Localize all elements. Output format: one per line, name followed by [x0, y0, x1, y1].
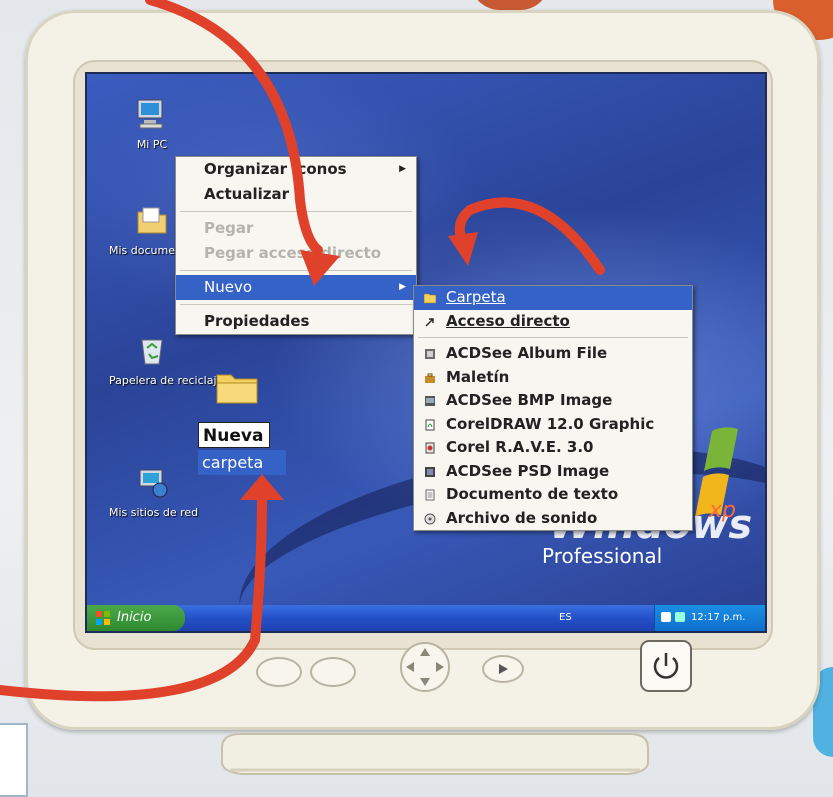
wallpaper-xp-word: xp [709, 498, 736, 523]
submenu-item-corel-rave[interactable]: Corel R.A.V.E. 3.0 [414, 436, 692, 460]
speaker-icon[interactable] [661, 612, 671, 622]
bmp-image-icon [425, 396, 435, 406]
desktop-icon-label: Mis sitios de red [109, 506, 199, 519]
rename-folder-field[interactable]: Nueva carpeta [198, 422, 286, 478]
album-file-icon [425, 349, 435, 359]
desktop-icon-label: Papelera de reciclaje [109, 374, 224, 387]
monitor-stand [221, 733, 649, 775]
my-computer-icon [137, 99, 163, 129]
rename-text-line2: carpeta [198, 450, 286, 475]
shortcut-icon [425, 317, 434, 326]
submenu-item-carpeta[interactable]: Carpeta [414, 286, 692, 310]
menu-item-label: Propiedades [204, 312, 310, 330]
submenu-item-documento-texto[interactable]: Documento de texto [414, 483, 692, 507]
menu-separator [180, 270, 412, 271]
network-places-icon [139, 469, 168, 498]
submenu-item-archivo-sonido[interactable]: Archivo de sonido [414, 507, 692, 531]
submenu-arrow-icon: ▶ [399, 282, 406, 292]
clock[interactable]: 12:17 p.m. [691, 605, 745, 631]
desktop-context-menu: Organizar iconos ▶ Actualizar Pegar Pega… [175, 156, 417, 335]
play-button[interactable] [482, 655, 524, 683]
desktop-screen: Mi PC Mis documentos Papelera de recicla… [85, 72, 767, 633]
menu-item-nuevo[interactable]: Nuevo ▶ [176, 275, 416, 300]
coreldraw-icon [425, 419, 435, 430]
submenu-arrow-icon: ▶ [399, 164, 406, 174]
submenu-item-acdsee-bmp[interactable]: ACDSee BMP Image [414, 389, 692, 413]
menu-item-label: Organizar iconos [204, 160, 347, 178]
menu-separator [418, 337, 688, 338]
rename-text-line1: Nueva [198, 422, 270, 448]
dpad-icon[interactable] [398, 640, 452, 694]
submenu-item-acceso-directo[interactable]: Acceso directo [414, 310, 692, 334]
corel-rave-icon [425, 442, 435, 454]
submenu-item-acdsee-album[interactable]: ACDSee Album File [414, 342, 692, 366]
desktop-icon-label: Mi PC [136, 138, 168, 151]
sound-file-icon [424, 513, 436, 524]
menu-item-actualizar[interactable]: Actualizar [176, 182, 416, 207]
submenu-nuevo: Carpeta Acceso directo ACDSee Album File… [413, 285, 693, 531]
submenu-item-label: Corel R.A.V.E. 3.0 [446, 438, 594, 456]
menu-item-label: Actualizar [204, 185, 290, 203]
menu-item-pegar-acceso-directo: Pegar acceso directo [176, 241, 416, 266]
system-tray: ES 12:17 p.m. [559, 605, 765, 631]
submenu-item-maletin[interactable]: Maletín [414, 366, 692, 390]
start-button[interactable]: Inicio [87, 605, 185, 631]
menu-item-label: Pegar acceso directo [204, 244, 381, 262]
submenu-item-label: ACDSee Album File [446, 344, 608, 362]
submenu-item-label: Acceso directo [446, 311, 570, 330]
menu-item-label: Pegar [204, 219, 254, 237]
desktop-icon-recycle-bin[interactable]: Papelera de reciclaje [109, 332, 224, 387]
desktop-icon-network-places[interactable]: Mis sitios de red [109, 464, 199, 519]
psd-image-icon [425, 466, 435, 477]
network-tray-icon[interactable] [675, 612, 685, 622]
monitor-button-2[interactable] [310, 657, 356, 687]
power-icon [653, 653, 679, 679]
decorative-left-tab [0, 723, 28, 797]
my-documents-icon [137, 207, 167, 234]
menu-item-pegar: Pegar [176, 216, 416, 241]
monitor-button-1[interactable] [256, 657, 302, 687]
wallpaper-edition: Professional [542, 544, 663, 568]
menu-separator [180, 211, 412, 212]
submenu-item-label: Carpeta [446, 288, 506, 306]
desktop-icon-my-computer[interactable]: Mi PC [109, 96, 195, 151]
submenu-item-label: ACDSee BMP Image [446, 391, 613, 409]
submenu-item-label: CorelDRAW 12.0 Graphic [446, 414, 655, 433]
submenu-item-coreldraw[interactable]: CorelDRAW 12.0 Graphic [414, 413, 692, 437]
briefcase-icon [425, 373, 435, 383]
text-document-icon [425, 489, 435, 501]
submenu-item-label: Maletín [446, 367, 510, 386]
submenu-item-label: Archivo de sonido [446, 508, 598, 527]
power-button[interactable] [640, 640, 692, 692]
submenu-item-label: Documento de texto [446, 485, 619, 503]
menu-item-label: Nuevo [204, 278, 253, 296]
new-folder-icon[interactable] [214, 367, 260, 407]
menu-item-propiedades[interactable]: Propiedades [176, 309, 416, 334]
submenu-item-label: ACDSee PSD Image [446, 461, 610, 480]
taskbar: Inicio ES 12:17 p.m. [87, 605, 765, 631]
play-icon [499, 664, 508, 674]
start-button-label: Inicio [117, 610, 152, 625]
folder-icon [424, 293, 436, 304]
recycle-bin-icon [141, 339, 163, 365]
language-indicator[interactable]: ES [559, 605, 572, 631]
menu-separator [180, 304, 412, 305]
menu-item-organizar-iconos[interactable]: Organizar iconos ▶ [176, 157, 416, 182]
windows-flag-icon [96, 611, 110, 625]
submenu-item-acdsee-psd[interactable]: ACDSee PSD Image [414, 460, 692, 484]
